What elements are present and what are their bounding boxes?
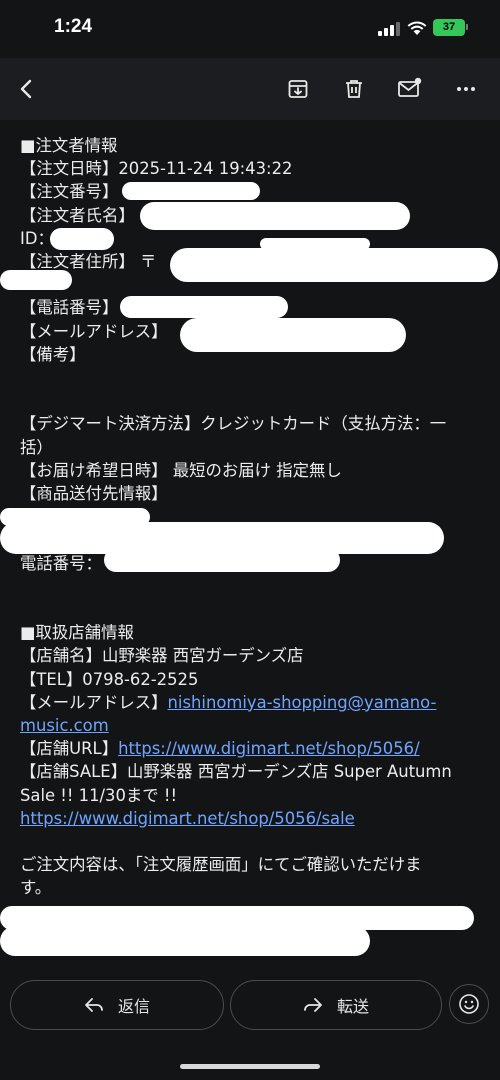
redaction-mark [122, 182, 260, 200]
mail-label: 【メールアドレス】 [20, 692, 168, 712]
email-line: Sale !! 11/30まで !! [20, 785, 178, 805]
reply-label: 返信 [117, 997, 150, 1016]
redaction-mark [0, 270, 72, 290]
email-line: す。 [20, 878, 52, 898]
email-line: ■注文者情報 [20, 136, 118, 155]
email-line [20, 598, 480, 621]
email-line: music.com [20, 714, 480, 737]
more-icon[interactable] [449, 72, 483, 106]
email-line: 【注文日時】2025-11-24 19:43:22 [20, 159, 293, 179]
emoji-reaction-button[interactable] [449, 984, 489, 1024]
redaction-mark [140, 202, 410, 230]
battery-level: 37 [442, 21, 456, 33]
status-time: 1:24 [54, 16, 93, 37]
home-indicator [180, 1064, 320, 1069]
bottom-action-bar: 返信 転送 [0, 978, 500, 1080]
redaction-mark [0, 926, 370, 956]
redaction-mark [170, 248, 498, 282]
mail-toolbar [0, 58, 500, 120]
forward-button[interactable]: 転送 [230, 980, 442, 1030]
mark-unread-icon[interactable] [393, 72, 427, 106]
email-line: 【商品送付先情報】 [20, 484, 168, 503]
email-line [20, 575, 480, 598]
battery-icon: 37 [433, 19, 468, 36]
signal-icon [378, 22, 400, 36]
sale-link[interactable]: https://www.digimart.net/shop/5056/sale [20, 809, 355, 828]
shop-email-link-cont[interactable]: music.com [20, 716, 109, 735]
shop-url-link[interactable]: https://www.digimart.net/shop/5056/ [118, 739, 420, 758]
redaction-mark [120, 296, 288, 318]
forward-label: 転送 [336, 997, 369, 1016]
reply-button[interactable]: 返信 [10, 980, 224, 1030]
status-bar: 1:24 37 [0, 0, 500, 58]
redaction-mark [104, 548, 340, 572]
email-line: 【お届け希望日時】 最短のお届け 指定無し [20, 460, 342, 480]
email-line: 括） [20, 437, 53, 457]
email-line: 【デジマート決済方法】クレジットカード（支払方法：一 [20, 414, 447, 434]
email-line: 【TEL】0798-62-2525 [20, 669, 199, 689]
back-arrow-icon[interactable] [10, 72, 44, 106]
email-line: ご注文内容は、「注文履歴画面」にてご確認いただけま [20, 855, 422, 875]
url-label: 【店舗URL】 [20, 739, 119, 759]
redaction-mark [50, 228, 114, 250]
email-line: 【店舗SALE】山野楽器 西宮ガーデンズ店 Super Autumn [20, 762, 452, 782]
smiley-icon [459, 994, 479, 1014]
wifi-icon [407, 21, 427, 35]
archive-icon[interactable] [281, 72, 315, 106]
trash-icon[interactable] [337, 72, 371, 106]
reply-icon [85, 998, 103, 1012]
email-line: https://www.digimart.net/shop/5056/sale [20, 807, 480, 830]
email-body: ■注文者情報 【注文日時】2025-11-24 19:43:22 【注文番号】 … [0, 120, 500, 978]
redaction-mark [180, 318, 406, 352]
email-line [20, 389, 480, 412]
email-line: 【店舗名】山野楽器 西宮ガーデンズ店 [20, 646, 304, 666]
email-line: ■取扱店舗情報 [20, 623, 134, 643]
email-line: 【メールアドレス】nishinomiya-shopping@yamano- [20, 691, 480, 714]
email-line [20, 830, 480, 853]
forward-icon [304, 998, 322, 1012]
email-line: 【店舗URL】https://www.digimart.net/shop/505… [20, 737, 480, 760]
email-line [20, 366, 480, 389]
shop-email-link[interactable]: nishinomiya-shopping@yamano- [168, 693, 437, 712]
